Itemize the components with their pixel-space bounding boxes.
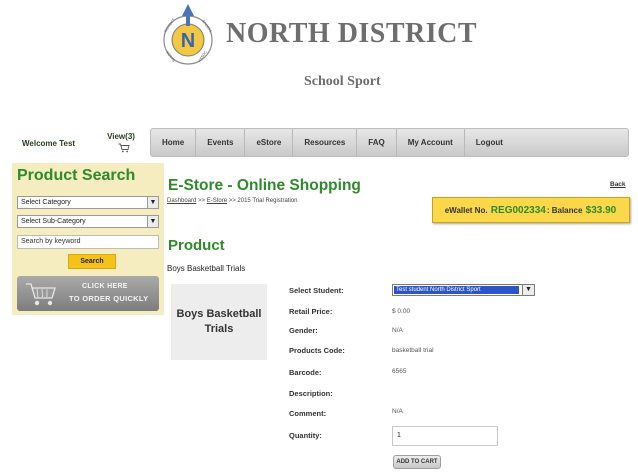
student-select-value: Test student North District Sport: [394, 286, 519, 294]
products-code-label: Products Code:: [289, 346, 345, 355]
nav-my-account[interactable]: My Account: [397, 129, 465, 156]
shopping-cart-icon: [118, 143, 130, 153]
ewallet-prefix: eWallet No.: [444, 205, 488, 215]
comment-label: Comment:: [289, 409, 327, 418]
dropdown-arrow-icon: ▼: [147, 197, 158, 208]
keyword-search-input[interactable]: Search by keyword: [17, 235, 159, 249]
nav-estore[interactable]: eStore: [245, 129, 294, 156]
page-title: E-Store - Online Shopping: [168, 177, 361, 194]
quantity-input[interactable]: 1: [392, 426, 498, 446]
category-select-value: Select Category: [21, 199, 71, 206]
order-line1: CLICK HERE: [82, 283, 128, 290]
site-subtitle: School Sport: [304, 74, 381, 89]
order-line2: TO ORDER QUICKLY: [69, 294, 149, 303]
nav-faq[interactable]: FAQ: [357, 129, 397, 156]
nav-events[interactable]: Events: [196, 129, 246, 156]
cart-count-label: View(3): [107, 132, 135, 141]
gender-value: N/A: [392, 327, 403, 334]
dropdown-arrow-icon: ▼: [147, 216, 158, 227]
site-header: N DISTRICT SPORTS NORTH ASSOC NORTH DIST…: [158, 4, 477, 104]
products-code-value: basketball trial: [392, 347, 434, 354]
breadcrumb-separator: >>: [228, 198, 236, 204]
nav-resources[interactable]: Resources: [293, 129, 358, 156]
breadcrumb-current: 2015 Trial Registration: [237, 198, 298, 204]
product-search-title: Product Search: [17, 167, 136, 184]
retail-price-label: Retail Price:: [289, 307, 333, 316]
view-cart-link[interactable]: View(3): [104, 132, 138, 158]
product-image: Boys Basketball Trials: [171, 284, 267, 360]
nav-home[interactable]: Home: [151, 129, 197, 156]
ewallet-badge: eWallet No. REG002334: Balance $33.90: [432, 197, 630, 223]
comment-value: N/A: [392, 408, 403, 415]
subcategory-select[interactable]: Select Sub-Category ▼: [17, 215, 159, 228]
nav-logout[interactable]: Logout: [465, 129, 514, 156]
main-nav: Home Events eStore Resources FAQ My Acco…: [150, 128, 629, 157]
site-title: NORTH DISTRICT: [226, 18, 478, 49]
quantity-label: Quantity:: [289, 431, 322, 440]
search-button[interactable]: Search: [68, 254, 116, 269]
svg-text:N: N: [181, 30, 195, 52]
select-student-label: Select Student:: [289, 286, 344, 295]
category-select[interactable]: Select Category ▼: [17, 196, 159, 209]
barcode-label: Barcode:: [289, 368, 322, 377]
gender-label: Gender:: [289, 326, 318, 335]
ewallet-number: REG002334: [490, 204, 546, 216]
breadcrumb: Dashboard >> E-Store >> 2015 Trial Regis…: [167, 198, 297, 204]
order-cart-icon: [26, 283, 56, 306]
dropdown-arrow-icon: ▼: [522, 285, 534, 295]
barcode-value: 6565: [392, 368, 407, 375]
description-label: Description:: [289, 389, 333, 398]
ewallet-balance: $33.90: [585, 204, 617, 216]
subcategory-select-value: Select Sub-Category: [21, 218, 86, 225]
product-name: Boys Basketball Trials: [167, 264, 246, 273]
product-image-line2: Trials: [204, 323, 234, 335]
product-search-panel: Product Search Select Category ▼ Select …: [12, 163, 164, 315]
product-image-line1: Boys Basketball: [176, 308, 262, 320]
ewallet-balance-label: : Balance: [546, 205, 583, 215]
quick-order-banner[interactable]: CLICK HERE TO ORDER QUICKLY: [17, 276, 159, 311]
product-heading: Product: [168, 237, 225, 254]
breadcrumb-dashboard-link[interactable]: Dashboard: [167, 198, 196, 204]
breadcrumb-estore-link[interactable]: E-Store: [207, 198, 227, 204]
retail-price-value: $ 0.00: [392, 308, 411, 315]
breadcrumb-separator: >>: [198, 198, 206, 204]
welcome-text: Welcome Test: [22, 139, 76, 148]
back-link[interactable]: Back: [610, 181, 626, 188]
north-district-logo-icon: N DISTRICT SPORTS NORTH ASSOC: [163, 4, 213, 65]
add-to-cart-button[interactable]: ADD TO CART: [393, 455, 441, 469]
student-select[interactable]: Test student North District Sport ▼: [392, 284, 535, 296]
